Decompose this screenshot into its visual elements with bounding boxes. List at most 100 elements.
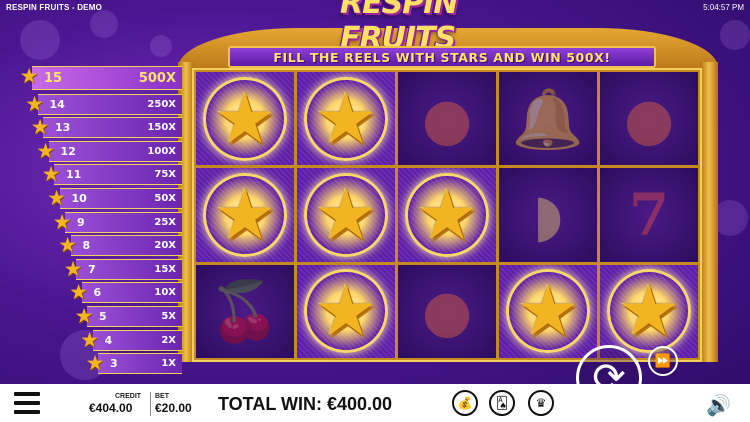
bokeh-light xyxy=(720,20,750,50)
star-count: 3 xyxy=(110,357,118,371)
reel-cell: ★ xyxy=(297,168,395,262)
star-icon: ★ xyxy=(58,233,77,258)
star-count: 5 xyxy=(99,310,107,323)
star-icon: ★ xyxy=(314,77,378,160)
paytable-row: ★ 8 20X xyxy=(58,234,182,257)
star-count: 15 xyxy=(44,70,63,86)
seven-icon: 7 xyxy=(628,180,670,249)
paytable-row: ★ 15 500X xyxy=(20,65,182,90)
reel-cell: 🍒 xyxy=(196,264,294,358)
star-count: 9 xyxy=(77,215,85,229)
window-title: RESPIN FRUITS - DEMO xyxy=(6,3,103,12)
hamburger-menu-icon[interactable] xyxy=(14,392,40,414)
paytable-row: ★ 12 100X xyxy=(36,140,182,162)
star-icon: ★ xyxy=(30,115,50,140)
star-icon: ★ xyxy=(314,270,378,353)
star-count: 11 xyxy=(66,168,82,182)
star-icon: ★ xyxy=(80,327,99,352)
paytable-row: ★ 5 5X xyxy=(75,305,182,327)
turbo-button[interactable]: ⏩ xyxy=(648,346,678,376)
game-logo: RESPIN FRUITS xyxy=(340,0,552,56)
reel-cell: ◗ xyxy=(499,168,597,262)
star-icon: ★ xyxy=(74,304,94,328)
star-icon: ★ xyxy=(617,270,681,353)
win-banner: FILL THE REELS WITH STARS AND WIN 500X! xyxy=(228,46,656,68)
speaker-icon[interactable]: 🔊 xyxy=(706,393,731,418)
paytable-row: ★ 9 25X xyxy=(53,211,182,233)
reel-cell: ★ xyxy=(499,264,597,358)
payout-multiplier: 75X xyxy=(154,169,176,181)
orange-icon: ● xyxy=(623,84,675,153)
clock: 5:04:57 PM xyxy=(703,3,744,12)
star-icon: ★ xyxy=(415,173,479,256)
paytable-button[interactable]: 🂡 xyxy=(489,390,515,416)
bokeh-light xyxy=(20,20,60,60)
star-count: 14 xyxy=(49,97,65,111)
star-icon: ★ xyxy=(314,173,378,256)
star-icon: ★ xyxy=(41,162,61,187)
star-icon: ★ xyxy=(25,91,44,116)
payout-multiplier: 250X xyxy=(147,98,176,110)
payout-multiplier: 500X xyxy=(138,70,176,86)
payout-multiplier: 150X xyxy=(147,122,176,134)
cards-icon: 🂡 xyxy=(495,396,509,410)
paytable-ladder: ★ 15 500X ★ 14 250X ★ 13 150X ★ 12 100X ★ 11 75X ★ 10 50X… xyxy=(0,62,185,375)
star-count: 12 xyxy=(60,144,76,158)
star-icon: ★ xyxy=(69,280,88,305)
total-win: TOTAL WIN: €400.00 xyxy=(218,394,393,414)
payout-multiplier: 20X xyxy=(154,240,176,252)
bokeh-light xyxy=(90,10,118,38)
gamble-button[interactable]: ♛ xyxy=(528,390,554,416)
star-count: 10 xyxy=(71,192,87,205)
star-icon: ★ xyxy=(85,351,105,376)
star-count: 7 xyxy=(88,262,96,276)
reel-cell: ● xyxy=(398,72,496,166)
bet-settings-button[interactable]: 💰 xyxy=(452,390,478,416)
paytable-row: ★ 11 75X xyxy=(42,163,182,186)
payout-multiplier: 100X xyxy=(147,145,176,157)
reel-cell: ★ xyxy=(297,264,395,358)
star-count: 8 xyxy=(82,239,91,253)
paytable-row: ★ 10 50X xyxy=(47,187,182,209)
payout-multiplier: 5X xyxy=(161,311,176,322)
paytable-row: ★ 6 10X xyxy=(69,281,182,304)
money-bag-icon: 💰 xyxy=(457,396,473,410)
star-icon: ★ xyxy=(516,270,580,353)
star-icon: ★ xyxy=(52,209,72,234)
star-count: 13 xyxy=(55,121,71,135)
star-icon: ★ xyxy=(36,138,55,163)
bottom-bar: CREDIT €404.00 BET €20.00 TOTAL WIN: €40… xyxy=(0,384,750,422)
bell-icon: 🔔 xyxy=(511,84,585,153)
payout-multiplier: 25X xyxy=(154,216,176,228)
credit-value: €404.00 xyxy=(89,401,133,415)
reel-cell: ● xyxy=(398,264,496,358)
bokeh-light xyxy=(150,35,172,57)
orange-icon: ● xyxy=(421,277,473,346)
bet-label: BET xyxy=(155,393,169,400)
star-icon: ★ xyxy=(213,173,277,256)
lemon-icon: ◗ xyxy=(532,180,564,249)
payout-multiplier: 10X xyxy=(154,287,176,299)
paytable-row: ★ 13 150X xyxy=(31,116,182,139)
star-icon: ★ xyxy=(213,77,277,160)
reel-cell: ★ xyxy=(196,168,294,262)
star-count: 6 xyxy=(93,286,102,300)
star-count: 4 xyxy=(104,333,113,347)
reel-cell: ● xyxy=(600,72,698,166)
paytable-row: ★ 3 1X xyxy=(86,352,182,375)
reel-cell: ★ xyxy=(297,72,395,166)
star-icon: ★ xyxy=(63,256,83,281)
paytable-row: ★ 7 15X xyxy=(64,258,182,280)
payout-multiplier: 50X xyxy=(154,193,176,204)
reel-grid: ★ ★ ● 🔔 ● ★ ★ ★ ◗ 7 🍒 ★ ● ★ ★ xyxy=(192,68,702,362)
star-icon: ★ xyxy=(47,186,66,210)
bet-value[interactable]: €20.00 xyxy=(155,401,192,415)
paytable-row: ★ 4 2X xyxy=(80,329,182,351)
star-icon: ★ xyxy=(19,64,39,88)
fast-forward-icon: ⏩ xyxy=(654,353,672,368)
payout-multiplier: 2X xyxy=(161,334,176,346)
reel-cell: ★ xyxy=(600,264,698,358)
credit-label: CREDIT xyxy=(115,393,142,400)
cherry-icon: 🍒 xyxy=(208,277,282,346)
frame-right xyxy=(700,62,718,362)
